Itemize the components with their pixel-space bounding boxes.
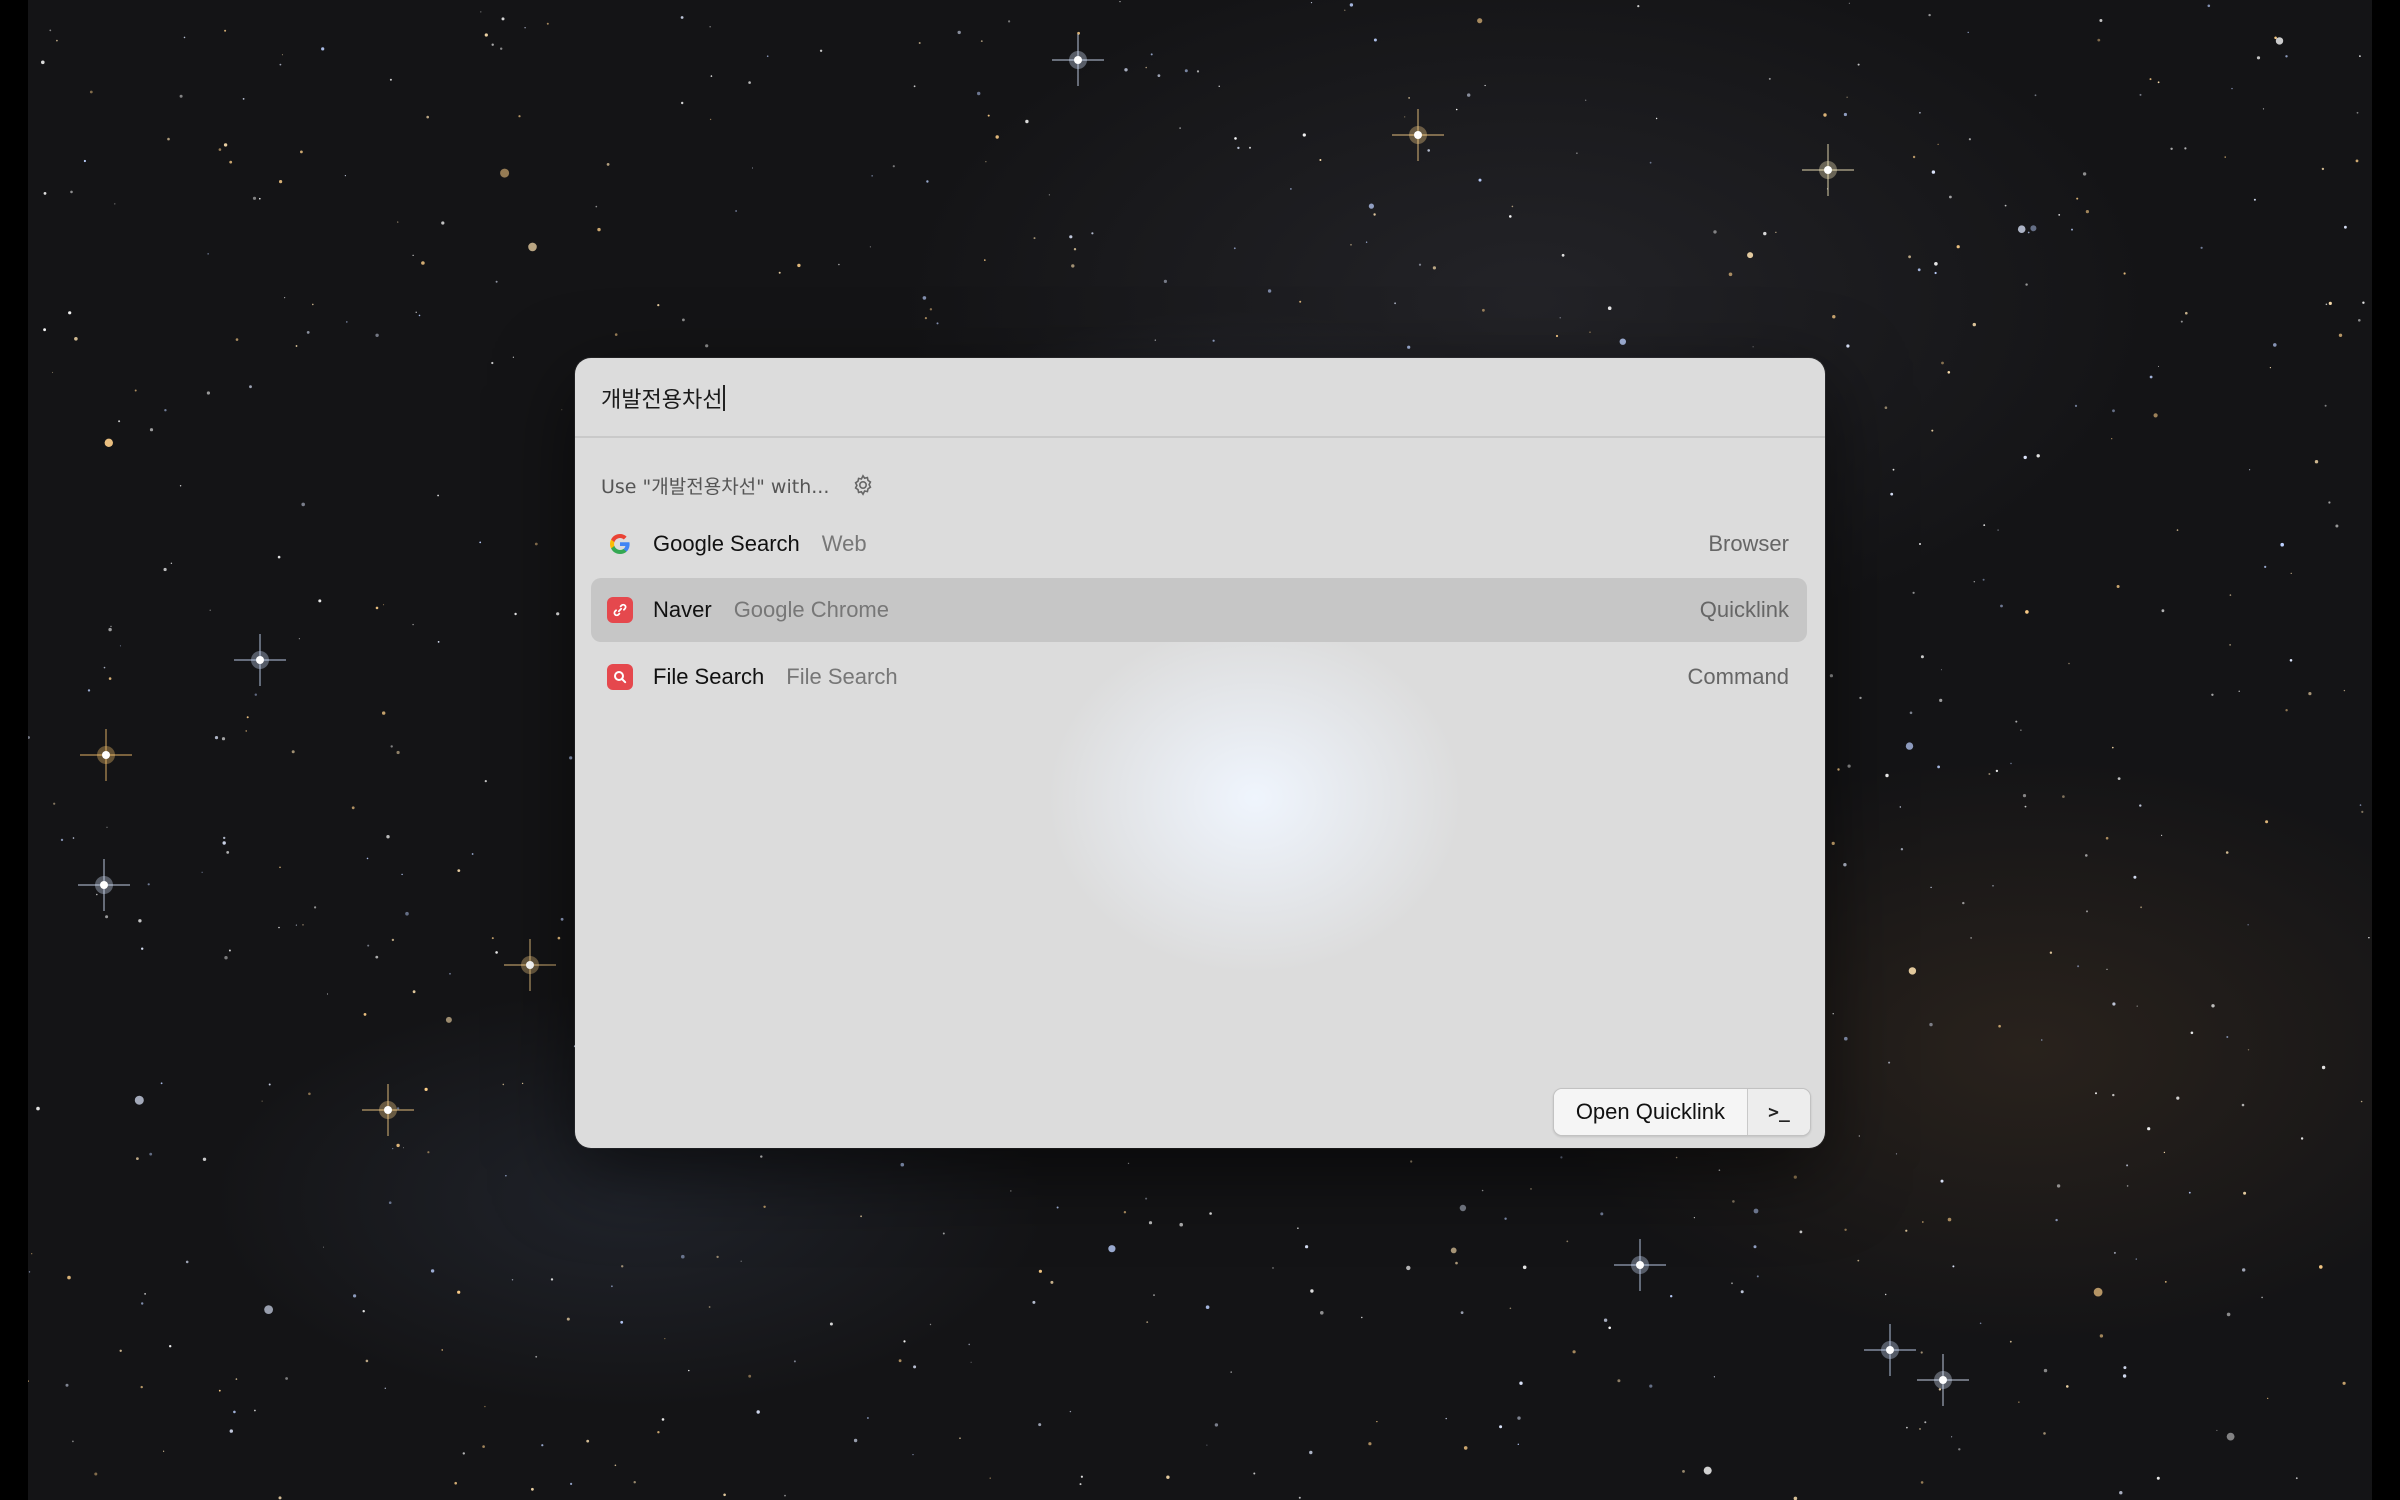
result-subtitle: File Search [786, 664, 898, 689]
launcher-window: 개발전용차선 Use "개발전용차선" with... Google Searc… [575, 358, 1825, 1148]
magnifier-icon [607, 664, 633, 690]
text-caret [723, 385, 726, 411]
link-icon [607, 597, 633, 623]
action-bar: Open Quicklink >_ [1552, 1088, 1811, 1136]
search-input[interactable]: 개발전용차선 [601, 376, 1791, 420]
result-subtitle: Google Chrome [733, 597, 889, 622]
google-icon [607, 531, 633, 557]
section-title: Use "개발전용차선" with... [601, 475, 830, 498]
result-title: Naver [653, 597, 712, 622]
result-type: Browser [1708, 531, 1789, 556]
result-title: File Search [653, 664, 765, 689]
result-row-file-search[interactable]: File Search File Search Command [591, 645, 1807, 709]
gear-icon[interactable] [851, 473, 875, 497]
search-bar: 개발전용차선 [575, 358, 1825, 438]
result-row-naver[interactable]: Naver Google Chrome Quicklink [591, 578, 1807, 642]
result-row-google-search[interactable]: Google Search Web Browser [591, 512, 1807, 576]
result-subtitle: Web [821, 531, 867, 556]
terminal-prompt-icon[interactable]: >_ [1748, 1089, 1810, 1135]
result-title: Google Search [653, 531, 800, 556]
open-quicklink-button[interactable]: Open Quicklink [1553, 1089, 1748, 1135]
fallback-section-header: Use "개발전용차선" with... [601, 470, 875, 500]
result-type: Quicklink [1699, 597, 1789, 622]
result-type: Command [1687, 664, 1789, 689]
search-query-text: 개발전용차선 [601, 388, 723, 413]
